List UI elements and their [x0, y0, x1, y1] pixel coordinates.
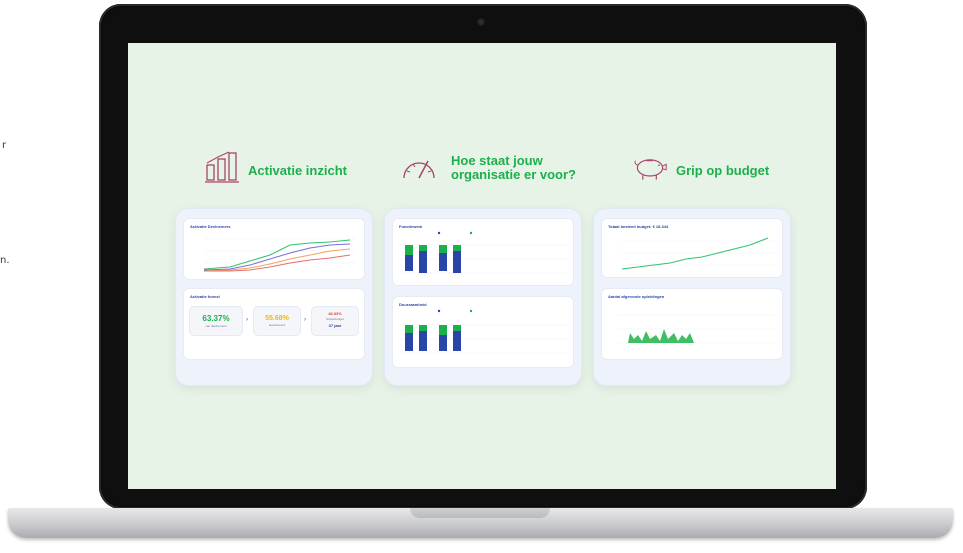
kpi-value: 63.37%	[202, 314, 230, 323]
dashboard-card: Functiewerk Duurzaamheid	[385, 209, 581, 385]
column-organisatie: Hoe staat jouw organisatie er voor? Func…	[385, 151, 583, 391]
activatie-funnel-panel: Activatie funnel 63.37% van deelnemers ›…	[184, 289, 364, 359]
dashboard-card: Totaal besteed budget: € 18.344 Aantal a…	[594, 209, 790, 385]
piggy-bank-icon	[634, 159, 667, 180]
laptop-base	[8, 508, 953, 538]
functiewerk-panel: Functiewerk	[393, 219, 573, 285]
column-title-line: Hoe staat jouw	[451, 153, 543, 168]
column-header: Hoe staat jouw organisatie er voor?	[385, 151, 583, 195]
duurzaamheid-bar-chart	[399, 309, 567, 354]
laptop-base-notch	[410, 508, 550, 518]
column-title-line: organisatie er voor?	[451, 167, 576, 182]
kpi-card: 63.37% van deelnemers	[190, 307, 242, 335]
activatie-chart-panel: Activatie Deelnemers	[184, 219, 364, 279]
kpi-label: van deelnemers	[205, 324, 227, 328]
arrow-right-icon: ›	[246, 317, 248, 323]
column-title: Hoe staat jouw organisatie er voor?	[451, 154, 576, 182]
kpi-label: Geactiveerd	[268, 323, 286, 327]
panel-title: Activatie funnel	[190, 294, 220, 299]
fragment-line: n.	[0, 255, 10, 266]
duurzaamheid-panel: Duurzaamheid	[393, 297, 573, 367]
column-title: Activatie inzicht	[248, 163, 347, 178]
column-title: Grip op budget	[676, 163, 770, 178]
laptop-lid: Activatie inzicht Activatie Deelnemers A…	[99, 4, 867, 509]
fragment-line: r	[2, 140, 7, 151]
bar-chart-icon	[205, 151, 239, 183]
kpi-card: 55.68% Geactiveerd	[254, 307, 300, 335]
kpi-value: 48.83%	[328, 311, 342, 316]
kpi-value: 55.68%	[265, 315, 289, 322]
panel-title: Activatie Deelnemers	[190, 224, 231, 229]
speedometer-icon	[403, 160, 435, 179]
opleidingen-area-chart	[618, 314, 774, 344]
camera-icon	[477, 18, 485, 26]
kpi-label: Studiebudget	[326, 317, 344, 321]
column-header: Grip op budget	[594, 151, 792, 195]
column-budget: Grip op budget Totaal besteed budget: € …	[594, 151, 792, 391]
kpi-value: 37 jaar	[328, 323, 342, 328]
opleidingen-panel: Aantal afgeronde opleidingen	[602, 289, 782, 359]
panel-title: Functiewerk	[399, 224, 423, 229]
panel-title: Totaal besteed budget: € 18.344	[608, 224, 669, 229]
dashboard-card: Activatie Deelnemers Activatie funnel 63…	[176, 209, 372, 385]
panel-title: Duurzaamheid	[399, 302, 427, 307]
panel-title: Aantal afgeronde opleidingen	[608, 294, 665, 299]
kpi-card: 48.83% Studiebudget 37 jaar	[312, 307, 358, 335]
functiewerk-bar-chart	[399, 231, 567, 274]
column-header: Activatie inzicht	[176, 151, 374, 195]
activatie-line-chart	[203, 238, 356, 272]
budget-panel: Totaal besteed budget: € 18.344	[602, 219, 782, 277]
arrow-right-icon: ›	[304, 317, 306, 323]
laptop-screen: Activatie inzicht Activatie Deelnemers A…	[128, 43, 836, 489]
budget-line-chart	[621, 237, 774, 270]
column-activatie: Activatie inzicht Activatie Deelnemers A…	[176, 151, 374, 391]
